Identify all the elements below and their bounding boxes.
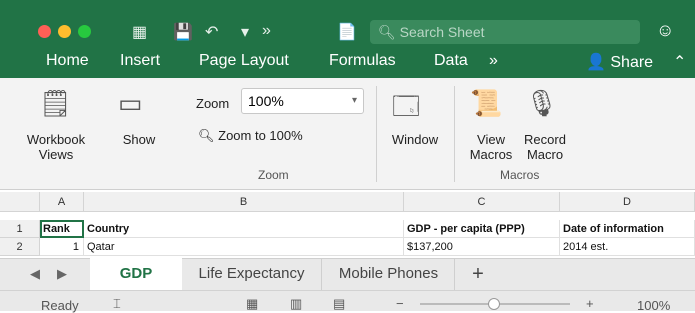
cell-a2[interactable]: 1	[40, 238, 84, 256]
workbook-icon[interactable]: 📄	[337, 22, 357, 42]
cell-b1[interactable]: Country	[84, 220, 404, 238]
tab-data[interactable]: Data	[434, 52, 468, 70]
column-header-d[interactable]: D	[560, 192, 695, 212]
column-header-b[interactable]: B	[84, 192, 404, 212]
view-macros-button[interactable]: View Macros	[465, 132, 517, 162]
undo-dropdown-icon[interactable]: ▾	[241, 22, 249, 42]
search-icon: 🔍︎	[378, 24, 396, 40]
cell-d1[interactable]: Date of information	[560, 220, 695, 238]
magnifier-icon: 🔍︎	[198, 128, 215, 143]
zoom-label: Zoom	[196, 96, 230, 111]
record-macro-icon[interactable]: 🎙	[525, 88, 558, 119]
page-break-view-icon[interactable]: ▤	[333, 296, 345, 312]
prev-sheet-icon[interactable]: ◀	[30, 266, 40, 282]
macro-script-icon[interactable]: 📜	[470, 88, 502, 119]
share-button[interactable]: 👤 Share	[586, 52, 653, 72]
tab-formulas[interactable]: Formulas	[329, 52, 396, 70]
tab-home[interactable]: Home	[46, 52, 89, 70]
more-tabs-button[interactable]: »	[489, 52, 498, 70]
zoom-group-caption: Zoom	[258, 168, 289, 182]
window-button[interactable]: Window	[388, 132, 442, 147]
cell-d2[interactable]: 2014 est.	[560, 238, 695, 256]
cell-a1[interactable]: Rank	[40, 220, 84, 238]
tab-insert[interactable]: Insert	[120, 52, 160, 70]
page-layout-view-icon[interactable]: ▥	[290, 296, 302, 312]
ribbon-divider	[376, 86, 377, 182]
macros-group-caption: Macros	[500, 168, 540, 182]
row-header-2[interactable]: 2	[0, 238, 40, 256]
minimize-window-button[interactable]	[58, 25, 71, 38]
tab-page-layout[interactable]: Page Layout	[199, 52, 289, 70]
cell-b2[interactable]: Qatar	[84, 238, 404, 256]
zoom-to-100-button[interactable]: 🔍︎ Zoom to 100%	[198, 128, 303, 144]
cell-c2[interactable]: $137,200	[404, 238, 560, 256]
zoom-in-button[interactable]: +	[586, 296, 594, 311]
sheet-tab-mobile-phones[interactable]: Mobile Phones	[323, 258, 455, 290]
zoom-value: 100%	[248, 93, 284, 109]
macro-status-icon[interactable]: ⌶	[113, 296, 121, 312]
save-icon[interactable]: 💾	[173, 22, 193, 42]
column-header-c[interactable]: C	[404, 192, 560, 212]
workbook-views-icon[interactable]: 🗒	[39, 88, 72, 119]
zoom-dropdown[interactable]: 100% ▾	[241, 88, 364, 114]
normal-view-icon[interactable]: ▦	[246, 296, 258, 312]
show-button[interactable]: Show	[118, 132, 160, 147]
user-icon[interactable]: ☺	[656, 20, 674, 41]
row-header-1[interactable]: 1	[0, 220, 40, 238]
undo-icon[interactable]: ↶	[205, 22, 218, 42]
zoom-to-100-label: Zoom to 100%	[218, 128, 303, 143]
cell-c1[interactable]: GDP - per capita (PPP)	[404, 220, 560, 238]
collapse-ribbon-icon[interactable]: ⌃	[673, 52, 686, 72]
ribbon-divider	[454, 86, 455, 182]
window-icon[interactable]: 🗔	[392, 88, 420, 132]
share-icon: 👤	[586, 54, 606, 71]
zoom-out-button[interactable]: −	[396, 296, 404, 311]
chevron-down-icon: ▾	[351, 95, 357, 106]
more-icon[interactable]: »	[262, 22, 271, 40]
workbook-views-button[interactable]: Workbook Views	[24, 132, 88, 162]
zoom-window-button[interactable]	[78, 25, 91, 38]
close-window-button[interactable]	[38, 25, 51, 38]
sidebar-toggle-icon[interactable]: ▦	[132, 22, 147, 42]
share-label: Share	[610, 54, 654, 71]
zoom-slider-thumb[interactable]	[488, 298, 500, 310]
add-sheet-button[interactable]: +	[458, 258, 498, 290]
next-sheet-icon[interactable]: ▶	[57, 266, 67, 282]
search-input[interactable]: 🔍︎ Search Sheet	[370, 20, 640, 44]
select-all-corner[interactable]	[0, 192, 40, 212]
show-icon[interactable]: ▭	[118, 88, 143, 119]
search-placeholder: Search Sheet	[399, 24, 485, 40]
sheet-tab-gdp[interactable]: GDP	[90, 258, 182, 290]
sheet-tab-life-expectancy[interactable]: Life Expectancy	[182, 258, 322, 290]
column-header-a[interactable]: A	[40, 192, 84, 212]
record-macro-button[interactable]: Record Macro	[518, 132, 572, 162]
